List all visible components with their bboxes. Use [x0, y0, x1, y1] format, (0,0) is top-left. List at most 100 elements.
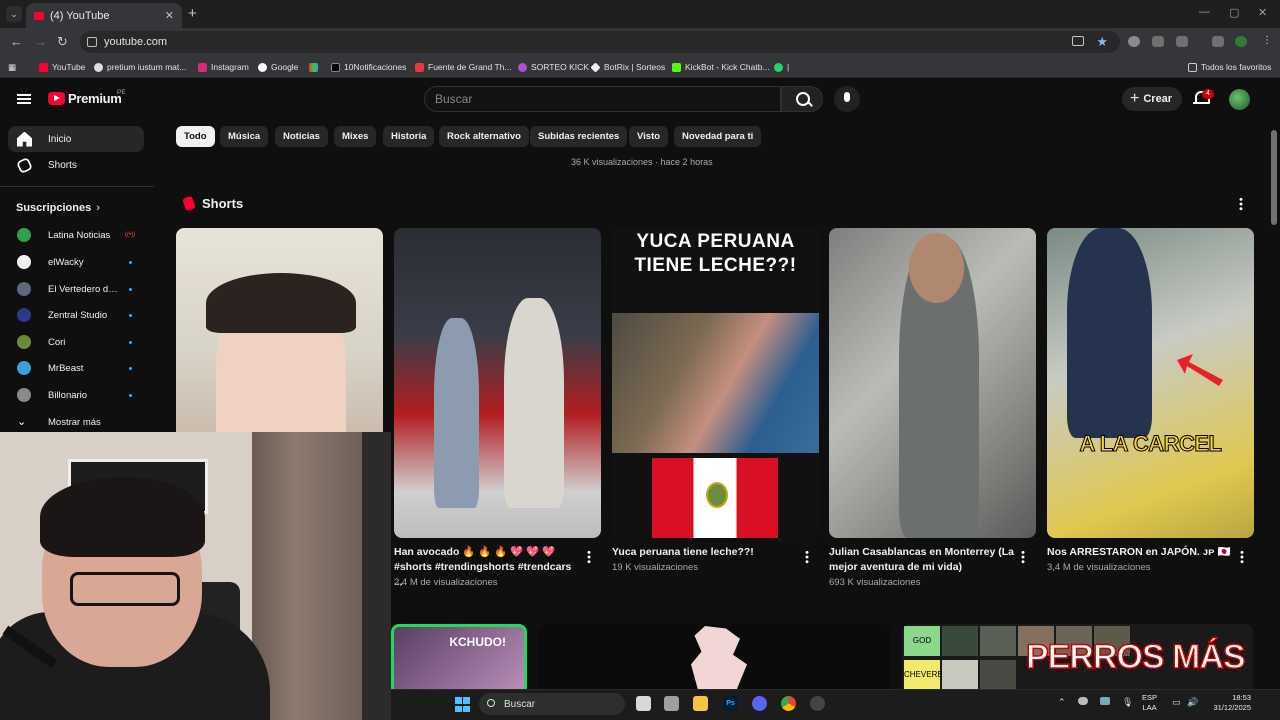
- extension-icon[interactable]: [1128, 36, 1140, 47]
- input-language[interactable]: ESP LAA: [1142, 693, 1157, 713]
- video-thumbnail[interactable]: KCHUDO!: [391, 624, 527, 690]
- app-icon[interactable]: [664, 696, 679, 711]
- bookmark-instagram[interactable]: Instagram: [198, 61, 249, 73]
- tab-title: (4) YouTube: [50, 9, 110, 22]
- chip-visto[interactable]: Visto: [629, 126, 669, 147]
- bookmark-sorteo-kick[interactable]: SORTEO KICK: [518, 61, 589, 73]
- forward-button[interactable]: →: [34, 34, 47, 49]
- bookmark-10notificaciones[interactable]: 10Notificaciones: [331, 61, 406, 73]
- chip-noticias[interactable]: Noticias: [275, 126, 328, 147]
- apps-grid-icon[interactable]: ▦: [8, 61, 16, 73]
- menu-hamburger-icon[interactable]: [17, 94, 31, 104]
- subscription-item[interactable]: Billonario: [8, 383, 144, 407]
- app-icon[interactable]: [810, 696, 825, 711]
- subscription-item[interactable]: El Vertedero de ...: [8, 277, 144, 301]
- chip-historia[interactable]: Historia: [383, 126, 435, 147]
- subscriptions-header[interactable]: Suscripciones ›: [16, 202, 100, 214]
- microphone-icon[interactable]: 🎙: [1122, 697, 1133, 708]
- short-thumbnail[interactable]: [394, 228, 601, 538]
- more-actions-icon[interactable]: [1021, 550, 1025, 564]
- extension-icon[interactable]: [1152, 36, 1164, 47]
- reading-list-icon[interactable]: [1212, 36, 1224, 47]
- more-actions-icon[interactable]: [587, 550, 591, 564]
- tray-icon[interactable]: [1100, 697, 1110, 705]
- profile-avatar-icon[interactable]: [1235, 36, 1247, 47]
- bookmark-pretium[interactable]: pretium iustum mat...: [94, 61, 186, 73]
- windows-start-icon[interactable]: [455, 697, 470, 712]
- sidebar-item-shorts[interactable]: Shorts: [8, 152, 144, 178]
- tray-icon[interactable]: [1078, 697, 1088, 705]
- discord-icon[interactable]: [752, 696, 767, 711]
- browser-menu-icon[interactable]: ⋮: [1262, 36, 1272, 47]
- video-thumbnail[interactable]: GOD CHEVERE PERROS MÁS: [902, 624, 1253, 690]
- subscription-item[interactable]: MrBeast: [8, 356, 144, 380]
- video-thumbnail[interactable]: [539, 624, 891, 690]
- volume-icon[interactable]: 🔊: [1187, 697, 1198, 708]
- subscription-item[interactable]: Latina Noticias ((•)): [8, 223, 144, 247]
- bookmark-google[interactable]: Google: [258, 61, 298, 73]
- all-bookmarks-folder[interactable]: Todos los favoritos: [1188, 61, 1271, 73]
- file-explorer-icon[interactable]: [693, 696, 708, 711]
- more-actions-icon[interactable]: [805, 550, 809, 564]
- shorts-section-title: Shorts: [182, 195, 243, 212]
- bookmark-fuente-gta[interactable]: Fuente de Grand Th...: [415, 61, 511, 73]
- subscription-item[interactable]: Cori: [8, 330, 144, 354]
- sidebar-item-home[interactable]: Inicio: [8, 126, 144, 152]
- new-tab-button[interactable]: +: [188, 5, 197, 22]
- bookmark-whatsapp[interactable]: |: [774, 61, 789, 73]
- botrix-icon: [590, 61, 601, 73]
- taskbar-search[interactable]: Buscar: [479, 693, 625, 715]
- chip-musica[interactable]: Música: [220, 126, 269, 147]
- close-window-button[interactable]: ✕: [1258, 6, 1267, 19]
- tab-search-button[interactable]: ⌄: [6, 6, 22, 22]
- youtube-logo-icon[interactable]: [48, 92, 65, 105]
- chip-rock-alternativo[interactable]: Rock alternativo: [439, 126, 529, 147]
- cast-icon[interactable]: [1072, 36, 1084, 46]
- chip-todo[interactable]: Todo: [176, 126, 215, 147]
- network-icon[interactable]: ▭: [1172, 697, 1181, 708]
- bookmark-botrix[interactable]: BotRix | Sorteos: [590, 61, 665, 73]
- minimize-button[interactable]: —: [1199, 6, 1210, 18]
- bookmark-colorful[interactable]: [309, 61, 322, 73]
- subscription-item[interactable]: Zentral Studio: [8, 303, 144, 327]
- browser-tab-youtube[interactable]: (4) YouTube ✕: [26, 3, 182, 28]
- notification-count-badge: 4: [1202, 89, 1214, 99]
- x-icon: [331, 62, 340, 72]
- chip-novedad[interactable]: Novedad para ti: [674, 126, 762, 147]
- chrome-icon[interactable]: [781, 696, 796, 711]
- bookmark-youtube[interactable]: YouTube: [39, 61, 85, 73]
- address-bar[interactable]: youtube.com ★: [80, 31, 1120, 53]
- account-avatar[interactable]: [1229, 89, 1250, 110]
- search-button[interactable]: [781, 86, 823, 112]
- extensions-puzzle-icon[interactable]: [1176, 36, 1188, 47]
- chip-subidas-recientes[interactable]: Subidas recientes: [530, 126, 628, 147]
- back-button[interactable]: ←: [10, 34, 23, 49]
- maximize-button[interactable]: ▢: [1229, 6, 1239, 19]
- youtube-premium-wordmark[interactable]: Premium: [68, 91, 122, 106]
- short-thumbnail[interactable]: [829, 228, 1036, 538]
- site-info-icon[interactable]: [87, 37, 97, 47]
- task-view-icon[interactable]: [636, 696, 651, 711]
- close-tab-icon[interactable]: ✕: [165, 9, 174, 22]
- voice-search-mic-icon[interactable]: [834, 86, 860, 112]
- show-hidden-icons[interactable]: ⌃: [1058, 697, 1066, 708]
- short-title[interactable]: Nos ARRESTARON en JAPÓN. ᴊᴘ 🇯🇵: [1047, 545, 1232, 560]
- short-thumbnail[interactable]: YUCA PERUANA TIENE LECHE??!: [612, 228, 819, 538]
- page-scrollbar[interactable]: [1271, 130, 1277, 225]
- reload-button[interactable]: ↻: [57, 34, 68, 50]
- search-input[interactable]: Buscar: [424, 86, 781, 112]
- bookmark-kickbot[interactable]: KickBot - Kick Chatb...: [672, 61, 770, 73]
- create-button[interactable]: + Crear: [1122, 87, 1182, 111]
- section-menu-icon[interactable]: [1239, 197, 1243, 211]
- chip-mixes[interactable]: Mixes: [334, 126, 377, 147]
- more-actions-icon[interactable]: [1240, 550, 1244, 564]
- short-title[interactable]: Yuca peruana tiene leche??!: [612, 545, 797, 560]
- subscription-item[interactable]: elWacky: [8, 250, 144, 274]
- show-more-button[interactable]: ⌄ Mostrar más: [8, 410, 144, 434]
- photoshop-icon[interactable]: Ps: [723, 696, 738, 711]
- short-title[interactable]: Julian Casablancas en Monterrey (La mejor…: [829, 545, 1014, 575]
- thumbnail-caption: PERROS MÁS: [1025, 637, 1246, 677]
- taskbar-clock[interactable]: 18:53 31/12/2025: [1205, 693, 1251, 713]
- bookmark-star-icon[interactable]: ★: [1096, 34, 1108, 50]
- short-thumbnail[interactable]: A LA CARCEL: [1047, 228, 1254, 538]
